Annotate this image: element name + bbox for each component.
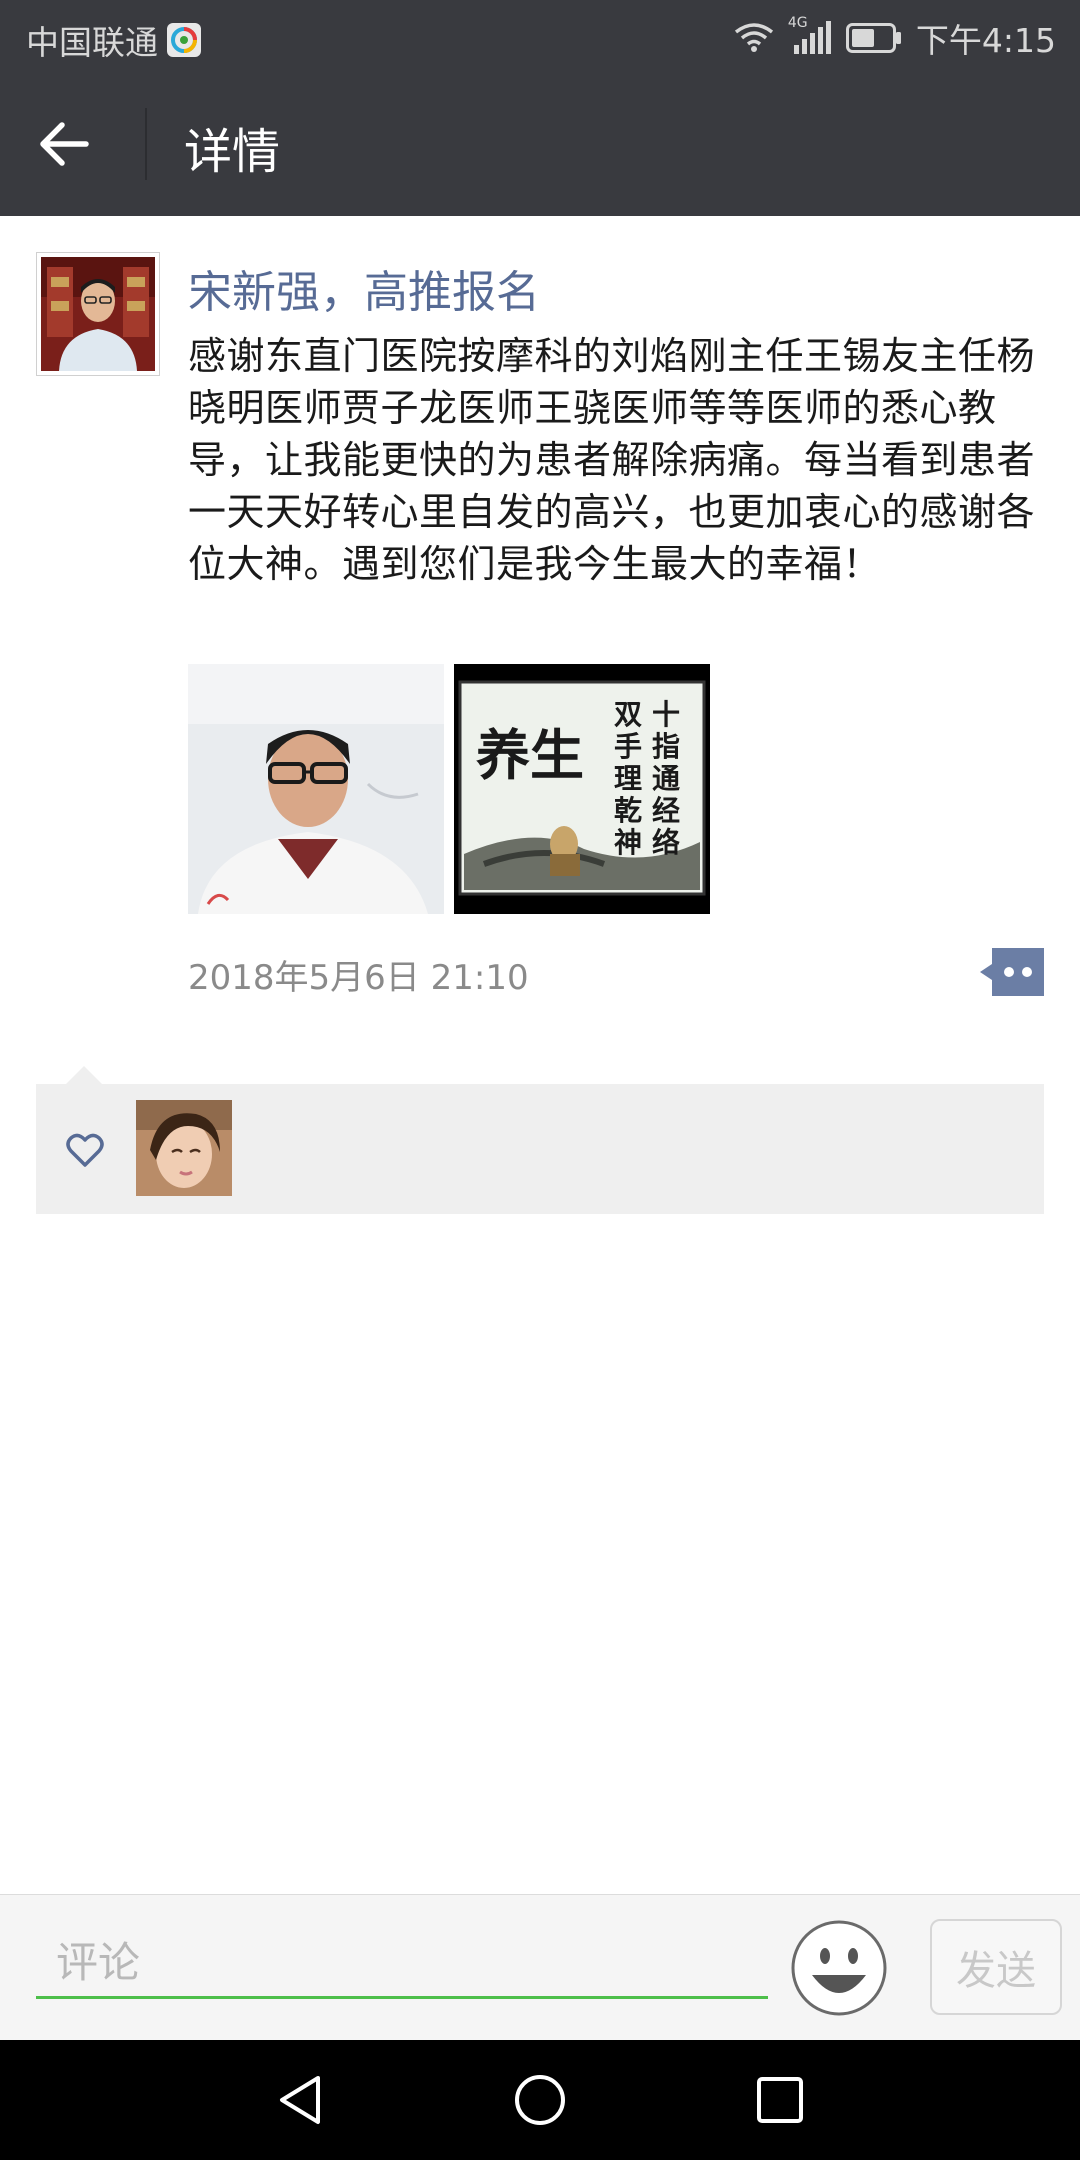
svg-text:经: 经	[652, 794, 680, 827]
svg-text:手: 手	[614, 730, 642, 763]
svg-text:理: 理	[614, 762, 642, 795]
back-arrow-icon	[40, 122, 89, 166]
poster-image: 养生 十指通经络 双手理乾神	[454, 664, 710, 914]
comment-bar: 发送	[0, 1894, 1080, 2041]
carrier-name: 中国联通	[26, 23, 158, 62]
post-text: 感谢东直门医院按摩科的刘焰刚主任王锡友主任杨晓明医师贾子龙医师王骁医师等等医师的…	[188, 334, 1036, 586]
clock: 下午4:15	[915, 21, 1056, 60]
battery-icon	[845, 23, 902, 53]
page-title: 详情	[184, 124, 281, 180]
svg-text:络: 络	[652, 826, 680, 859]
status-bar: 中国联通 4G 下午4:15	[0, 0, 1080, 72]
selfie-photo	[188, 664, 444, 914]
svg-text:十: 十	[652, 698, 680, 731]
nav-home-icon	[515, 2075, 565, 2125]
back-button[interactable]	[34, 114, 114, 174]
post-image-2[interactable]: 养生 十指通经络 双手理乾神	[454, 664, 710, 914]
author-name-link[interactable]: 宋新强，高推报名	[188, 256, 540, 320]
send-button[interactable]: 发送	[930, 1919, 1062, 2015]
likes-pointer	[64, 1066, 104, 1086]
post-image-1[interactable]	[188, 664, 444, 914]
heart-icon	[66, 1133, 104, 1167]
svg-text:通: 通	[652, 762, 680, 795]
app-notification-icon	[166, 22, 202, 58]
comment-input[interactable]	[36, 1929, 768, 1999]
wifi-icon	[734, 22, 774, 54]
emoji-button[interactable]	[790, 1919, 888, 2017]
author-avatar[interactable]	[36, 252, 160, 376]
liker-photo	[136, 1100, 232, 1196]
post-timestamp: 2018年5月6日 21:10	[188, 958, 529, 998]
liker-avatar[interactable]	[136, 1100, 232, 1196]
more-comment-button[interactable]	[978, 948, 1046, 996]
nav-home-button[interactable]	[510, 2070, 570, 2130]
nav-back-button[interactable]	[270, 2070, 330, 2130]
title-bar: 详情	[0, 72, 1080, 216]
svg-text:乾: 乾	[614, 794, 642, 827]
system-nav-bar	[0, 2040, 1080, 2160]
svg-text:神: 神	[614, 826, 642, 859]
more-comment-icon	[980, 948, 1044, 996]
svg-text:指: 指	[652, 730, 680, 763]
status-indicators: 4G 下午4:15	[734, 14, 1056, 62]
svg-text:双: 双	[614, 698, 642, 731]
nav-back-icon	[280, 2076, 320, 2124]
network-type: 4G	[787, 15, 808, 31]
nav-recent-icon	[757, 2077, 803, 2123]
emoji-icon	[791, 1920, 887, 2016]
poster-calligraphy-left: 养生	[476, 723, 584, 787]
carrier: 中国联通	[26, 16, 202, 64]
title-divider	[145, 108, 147, 180]
signal-icon: 4G	[788, 15, 832, 55]
avatar-image	[41, 257, 155, 371]
likes-panel	[36, 1084, 1044, 1214]
nav-recent-button[interactable]	[750, 2070, 810, 2130]
